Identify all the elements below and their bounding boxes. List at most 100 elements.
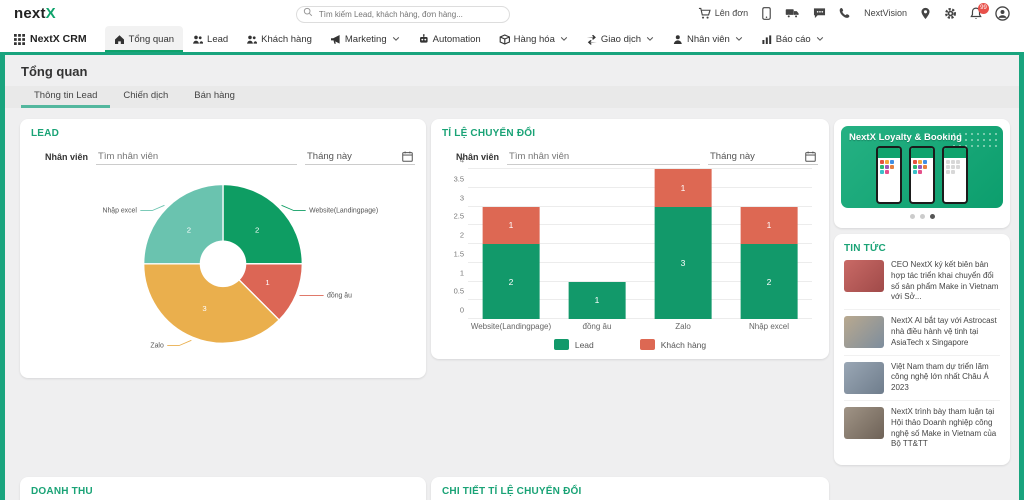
period-select[interactable]: Tháng này: [305, 149, 415, 165]
nav-item-lead[interactable]: Lead: [183, 26, 237, 52]
gridline: [468, 187, 812, 188]
nextx-logo[interactable]: nextX: [14, 5, 56, 22]
x-axis-label: Website(Landingpage): [468, 322, 554, 331]
stacked-bar[interactable]: 13: [655, 169, 712, 319]
bar-segment-lead[interactable]: 2: [483, 244, 540, 319]
nav-item-label: Khách hàng: [261, 34, 312, 45]
location-pin-icon[interactable]: [920, 7, 931, 20]
nav-item-label: Automation: [433, 34, 481, 45]
user-avatar[interactable]: [995, 6, 1010, 21]
nav-item-tổng-quan[interactable]: Tổng quan: [105, 26, 183, 52]
carousel-dot[interactable]: [930, 214, 935, 219]
bar-segment-lead[interactable]: 3: [655, 207, 712, 320]
chevron-down-icon: [735, 35, 743, 43]
lead-donut-chart[interactable]: 2Website(Landingpage)1đồng âu3Zalo2Nhập …: [31, 169, 415, 369]
create-order-button[interactable]: Lên đơn: [698, 7, 748, 20]
phone-mockup: [909, 146, 935, 204]
search-input[interactable]: [296, 6, 510, 23]
nextvision-label[interactable]: NextVision: [864, 8, 907, 18]
news-item-title: NextX trình bày tham luận tại Hội thảo D…: [891, 407, 1000, 450]
segment-value: 1: [741, 220, 798, 230]
box-icon: [499, 34, 510, 45]
conversion-detail-card: CHI TIẾT TỈ LỆ CHUYỂN ĐỔI Nhân viên Thán…: [431, 477, 829, 500]
news-item-title: CEO NextX ký kết biên bản hợp tác triển …: [891, 260, 1000, 303]
news-item[interactable]: Việt Nam tham dự triển lãm công nghệ lớn…: [844, 356, 1000, 401]
legend-item-khách-hàng[interactable]: Khách hàng: [640, 339, 706, 350]
notification-count-badge: 99: [978, 3, 989, 14]
delivery-truck-icon[interactable]: [785, 7, 800, 19]
bar-segment-khách-hàng[interactable]: 1: [483, 207, 540, 245]
phone-mockup: [942, 146, 968, 204]
x-axis-label: Zalo: [640, 322, 726, 331]
loyalty-booking-banner[interactable]: NextX Loyalty & Booking: [841, 126, 1003, 208]
stacked-bar[interactable]: 12: [483, 207, 540, 320]
news-title: TIN TỨC: [844, 243, 1000, 254]
calendar-icon: [805, 151, 816, 162]
chevron-down-icon: [816, 35, 824, 43]
news-item[interactable]: CEO NextX ký kết biên bản hợp tác triển …: [844, 254, 1000, 310]
notifications-bell-icon[interactable]: 99: [970, 7, 982, 20]
segment-value: 3: [655, 258, 712, 268]
nav-item-hàng-hóa[interactable]: Hàng hóa: [490, 26, 577, 52]
segment-value: 1: [655, 183, 712, 193]
conversion-stacked-bar-chart[interactable]: 00.511.522.533.541211312 Website(Landing…: [442, 169, 818, 350]
news-thumbnail: [844, 316, 884, 348]
nav-item-khách-hàng[interactable]: Khách hàng: [237, 26, 321, 52]
main-navbar: NextX CRM Tổng quan Lead Khách hàng Marketi…: [0, 26, 1024, 52]
tab-bán-hàng[interactable]: Bán hàng: [181, 86, 248, 108]
tab-thông-tin-lead[interactable]: Thông tin Lead: [21, 86, 110, 108]
phone-icon[interactable]: [839, 7, 851, 19]
stacked-bar[interactable]: 1: [569, 282, 626, 320]
nav-item-label: Tổng quan: [129, 34, 174, 45]
carousel-dot[interactable]: [910, 214, 915, 219]
nav-item-label: Hàng hóa: [514, 34, 555, 45]
chevron-down-icon: [646, 35, 654, 43]
global-search: [296, 4, 510, 23]
grid-icon: [14, 34, 25, 45]
bar-segment-lead[interactable]: 1: [569, 282, 626, 320]
nav-item-nhân-viên[interactable]: Nhân viên: [663, 26, 752, 52]
news-item[interactable]: NextX AI bắt tay với Astrocast nhà điều …: [844, 310, 1000, 355]
lead-card: LEAD Nhân viên Tháng này 2Website(Landin…: [20, 119, 426, 378]
bar-segment-khách-hàng[interactable]: 1: [741, 207, 798, 245]
app-switcher[interactable]: NextX CRM: [14, 33, 87, 45]
employee-search-input[interactable]: [96, 149, 297, 165]
nav-item-automation[interactable]: Automation: [409, 26, 490, 52]
nav-item-label: Báo cáo: [776, 34, 811, 45]
tab-chiến-dịch[interactable]: Chiến dịch: [110, 86, 181, 108]
gridline: [468, 168, 812, 169]
nav-item-báo-cáo[interactable]: Báo cáo: [752, 26, 833, 52]
slice-value: 3: [202, 304, 206, 313]
period-select[interactable]: Tháng này: [708, 149, 818, 165]
segment-value: 2: [483, 277, 540, 287]
bar-segment-lead[interactable]: 2: [741, 244, 798, 319]
carousel-dot[interactable]: [920, 214, 925, 219]
legend-item-lead[interactable]: Lead: [554, 339, 594, 350]
users-icon: [192, 34, 203, 45]
stacked-bar[interactable]: 12: [741, 207, 798, 320]
bar-segment-khách-hàng[interactable]: 1: [655, 169, 712, 207]
topbar: nextX Lên đơn NextVision 99: [0, 0, 1024, 26]
news-item-title: Việt Nam tham dự triển lãm công nghệ lớn…: [891, 362, 1000, 394]
y-axis-tick: 4: [460, 156, 468, 165]
conversion-card: TỈ LỆ CHUYỂN ĐỔI Nhân viên Tháng này 00.…: [431, 119, 829, 359]
donut-hole: [200, 241, 247, 288]
revenue-card: DOANH THU Nhân viên Năm trước 12/202211/…: [20, 477, 426, 500]
content-area: Tổng quan Thông tin LeadChiến dịchBán hà…: [0, 52, 1024, 500]
news-item[interactable]: NextX trình bày tham luận tại Hội thảo D…: [844, 401, 1000, 456]
mobile-icon[interactable]: [761, 7, 772, 20]
employee-search-input[interactable]: [507, 149, 700, 165]
gear-icon[interactable]: [944, 7, 957, 20]
chevron-down-icon: [560, 35, 568, 43]
segment-value: 1: [483, 220, 540, 230]
nav-item-label: Nhân viên: [687, 34, 730, 45]
y-axis-tick: 3.5: [454, 174, 468, 183]
slice-label: Nhập excel: [102, 208, 137, 215]
slice-label: Zalo: [150, 343, 164, 350]
nav-item-label: Giao dịch: [601, 34, 641, 45]
slice-value: 2: [187, 225, 191, 234]
chat-icon[interactable]: [813, 7, 826, 19]
nav-item-giao-dịch[interactable]: Giao dịch: [577, 26, 663, 52]
automation-icon: [418, 34, 429, 45]
nav-item-marketing[interactable]: Marketing: [321, 26, 409, 52]
